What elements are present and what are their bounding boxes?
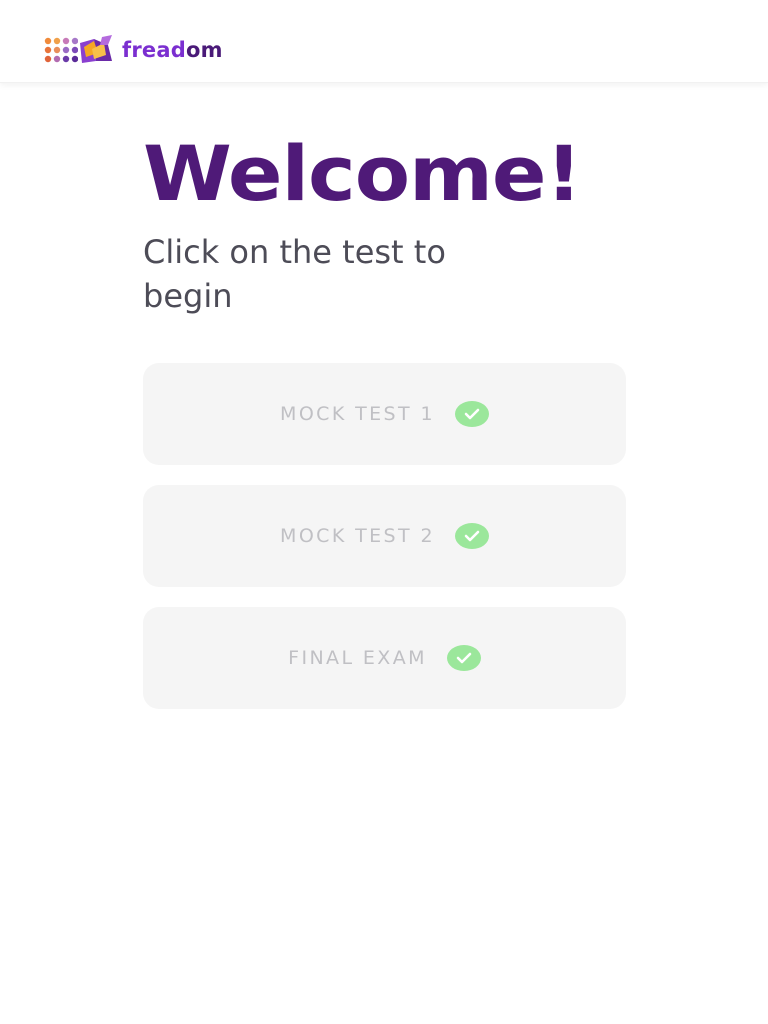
check-circle-icon	[446, 645, 481, 671]
brand-name-part2: om	[185, 38, 223, 62]
top-header: freadom	[0, 0, 768, 83]
brand-name-part1: fread	[122, 38, 186, 62]
page-subtitle: Click on the test to begin	[143, 233, 446, 315]
test-card-mock-test-1[interactable]: MOCK TEST 1	[143, 363, 626, 465]
test-card-mock-test-2[interactable]: MOCK TEST 2	[143, 485, 626, 587]
welcome-section: Welcome! Click on the test to begin	[143, 128, 626, 318]
test-list: MOCK TEST 1 MOCK TEST 2 FINAL EXAM	[143, 363, 626, 729]
check-circle-icon	[454, 523, 489, 549]
logo-dots-icon	[44, 37, 78, 63]
page-title: Welcome!	[143, 129, 582, 218]
test-label: MOCK TEST 2	[280, 525, 435, 547]
test-label: MOCK TEST 1	[280, 403, 435, 425]
freadom-logo[interactable]: freadom	[44, 35, 223, 65]
logo-book-icon	[80, 35, 112, 63]
brand-name: freadom	[122, 35, 223, 65]
test-card-final-exam[interactable]: FINAL EXAM	[143, 607, 626, 709]
check-circle-icon	[454, 401, 489, 427]
test-label: FINAL EXAM	[288, 647, 427, 669]
